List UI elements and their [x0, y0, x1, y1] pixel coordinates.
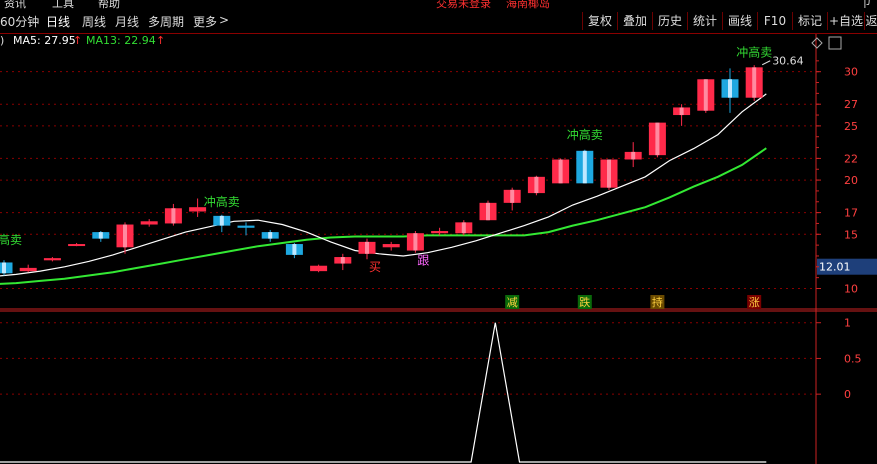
signal-label: 买	[369, 260, 381, 274]
candle-body-highlight	[728, 79, 732, 98]
candle-body-highlight	[534, 176, 539, 194]
last-price-label: 12.01	[819, 261, 851, 274]
candle-body-highlight	[2, 262, 6, 274]
price-tick-label: 15	[844, 228, 858, 241]
candle-body-highlight	[510, 189, 515, 203]
price-tick-label: 22	[844, 152, 858, 165]
candle-body	[382, 244, 400, 248]
signal-sell-high-label: 冲高卖	[567, 127, 603, 142]
candle-body	[0, 262, 13, 274]
high-price-label: 30.64	[772, 55, 804, 68]
sub-indicator-line	[0, 322, 767, 463]
candle-body	[19, 267, 37, 272]
sub-tick-label: 0	[844, 388, 851, 401]
candle-body-highlight	[365, 241, 369, 254]
candle-body	[237, 225, 255, 228]
candle-body-highlight	[461, 222, 466, 234]
ma13-line	[0, 147, 767, 285]
candle-body-highlight	[752, 67, 757, 98]
trend-label: 减	[507, 296, 518, 309]
price-tick-label: 20	[844, 174, 858, 187]
ma5-line	[0, 93, 767, 277]
candle-body	[431, 231, 449, 234]
price-tick-label: 27	[844, 98, 858, 111]
trend-label: 持	[652, 295, 663, 309]
kline-chart[interactable]: 1012.011517202225273010.50冲高卖冲高卖冲高卖冲高卖买跟…	[0, 0, 877, 464]
candle-body-highlight	[679, 107, 684, 116]
candle-body-highlight	[219, 215, 224, 226]
candle-body	[43, 258, 61, 261]
candle-body	[310, 265, 328, 272]
candle-body-highlight	[98, 232, 103, 239]
kline-window: 资讯 工具 帮助 交易未登录 海南椰岛 ㄗ 60分钟 日线 周线 月线 多周期 …	[0, 0, 877, 464]
candle-body-highlight	[582, 150, 587, 184]
candle-body-highlight	[268, 232, 273, 239]
candle-body	[68, 244, 86, 247]
candle-body-highlight	[703, 79, 708, 111]
candle-body-highlight	[607, 159, 611, 188]
sub-tick-label: 1	[844, 317, 851, 330]
candle-body-highlight	[340, 257, 345, 264]
candle-body	[140, 221, 158, 225]
candle-body-highlight	[292, 244, 297, 255]
price-tick-label: 17	[844, 207, 858, 220]
price-tick-label: 10	[844, 282, 858, 295]
candle-body-highlight	[655, 122, 660, 156]
signal-sell-high-label: 冲高卖	[0, 232, 22, 247]
trend-label: 涨	[749, 296, 760, 309]
signal-label: 跟	[417, 254, 429, 268]
signal-sell-high-label: 冲高卖	[204, 194, 240, 209]
candle-body-highlight	[558, 159, 563, 184]
signal-sell-high-label: 冲高卖	[736, 45, 772, 60]
price-tick-label: 30	[844, 66, 858, 79]
price-tick-label: 25	[844, 120, 858, 133]
sub-tick-label: 0.5	[844, 352, 862, 365]
collapse-diamond-icon	[811, 37, 823, 49]
trend-label: 跌	[579, 295, 590, 309]
maximize-icon	[828, 36, 842, 50]
candle-body-highlight	[123, 224, 127, 248]
candle-body-highlight	[631, 151, 636, 160]
candle-body-highlight	[171, 208, 176, 224]
high-pointer	[761, 60, 771, 66]
candle-body-highlight	[413, 233, 418, 251]
candle-body-highlight	[486, 202, 490, 221]
